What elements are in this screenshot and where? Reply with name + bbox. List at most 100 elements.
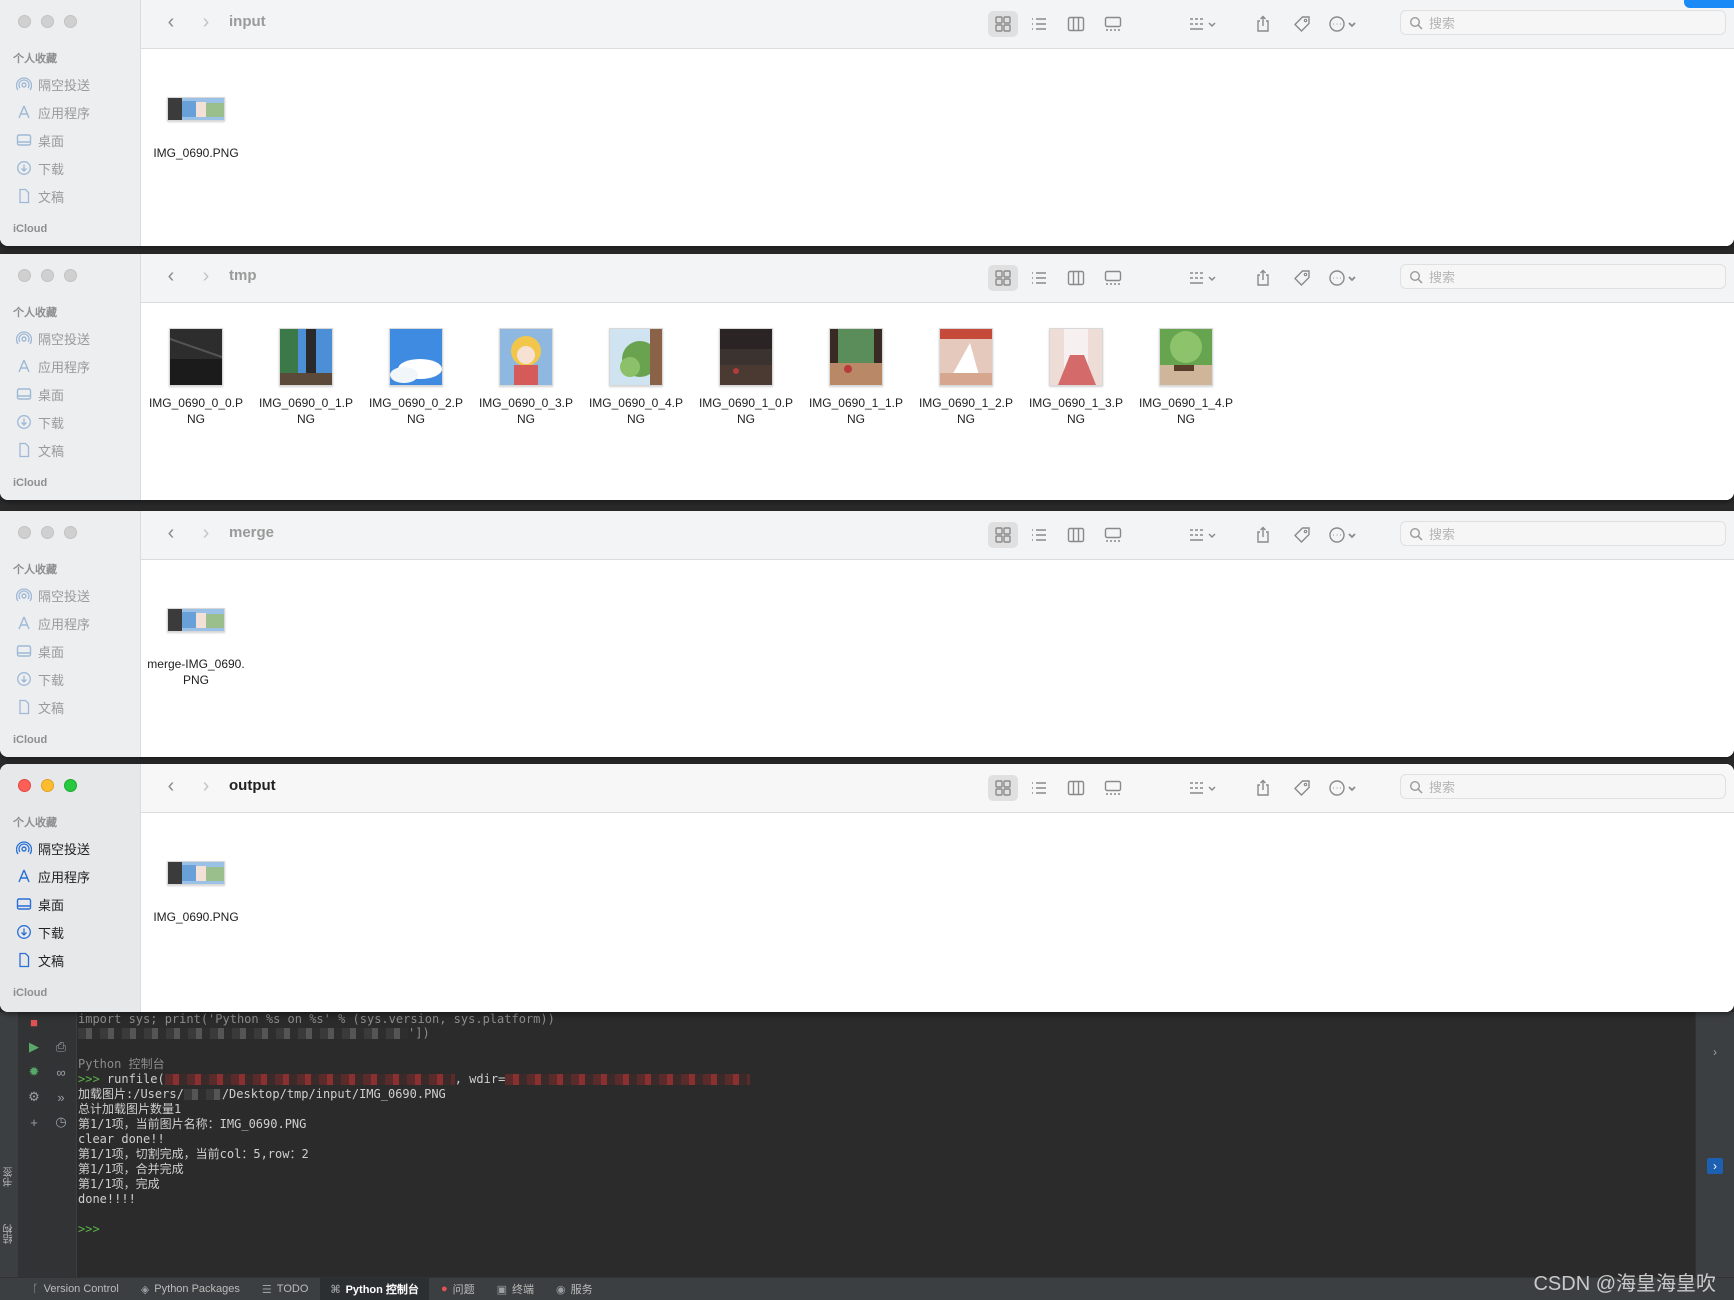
sidebar-item-applications[interactable]: 应用程序 — [16, 352, 90, 380]
stop-icon[interactable]: ■ — [26, 1014, 42, 1030]
forward-button[interactable]: › — [196, 12, 216, 32]
bookmarks-tab[interactable]: 书签 — [2, 1167, 17, 1187]
chevron-right-icon[interactable]: › — [1707, 1044, 1723, 1060]
sidebar-item-documents[interactable]: 文稿 — [16, 693, 90, 721]
back-button[interactable]: ‹ — [161, 776, 181, 796]
share-button[interactable] — [1248, 11, 1278, 37]
group-button[interactable] — [1181, 11, 1225, 37]
sidebar-item-airdrop[interactable]: 隔空投送 — [16, 70, 90, 98]
group-button[interactable] — [1181, 522, 1225, 548]
file-item[interactable]: IMG_0690_0_2.PNG — [361, 328, 471, 427]
sidebar-item-airdrop[interactable]: 隔空投送 — [16, 581, 90, 609]
run-icon[interactable]: ▶ — [26, 1039, 42, 1055]
sidebar-item-desktop[interactable]: 桌面 — [16, 126, 90, 154]
gallery-view-button[interactable] — [1098, 775, 1128, 801]
tag-button[interactable] — [1287, 522, 1317, 548]
more-actions-button[interactable] — [1321, 522, 1365, 548]
file-item[interactable]: IMG_0690.PNG — [141, 74, 251, 161]
back-button[interactable]: ‹ — [161, 266, 181, 286]
tab-terminal[interactable]: ▣ 终端 — [497, 1281, 534, 1297]
forward-button[interactable]: › — [196, 523, 216, 543]
console-output[interactable]: import sys; print('Python %s on %s' % (s… — [78, 1012, 1696, 1277]
sidebar-item-applications[interactable]: 应用程序 — [16, 98, 90, 126]
expand-panel-icon[interactable]: › — [1707, 1158, 1723, 1174]
icon-view-button[interactable] — [988, 11, 1018, 37]
close-button[interactable] — [18, 526, 31, 539]
minimize-button[interactable] — [41, 779, 54, 792]
more-actions-button[interactable] — [1321, 11, 1365, 37]
tab-python-console[interactable]: ⌘ Python 控制台 — [320, 1278, 429, 1300]
icon-view-button[interactable] — [988, 522, 1018, 548]
back-button[interactable]: ‹ — [161, 12, 181, 32]
column-view-button[interactable] — [1061, 11, 1091, 37]
minimize-button[interactable] — [41, 526, 54, 539]
file-item[interactable]: IMG_0690_1_3.PNG — [1021, 328, 1131, 427]
share-button[interactable] — [1248, 522, 1278, 548]
sidebar-item-desktop[interactable]: 桌面 — [16, 890, 90, 918]
more-actions-button[interactable] — [1321, 265, 1365, 291]
group-button[interactable] — [1181, 265, 1225, 291]
tag-button[interactable] — [1287, 775, 1317, 801]
close-button[interactable] — [18, 779, 31, 792]
icon-view-button[interactable] — [988, 265, 1018, 291]
file-item[interactable]: IMG_0690_0_3.PNG — [471, 328, 581, 427]
search-field[interactable]: 搜索 — [1400, 521, 1726, 546]
sidebar-item-documents[interactable]: 文稿 — [16, 182, 90, 210]
more-actions-button[interactable] — [1321, 775, 1365, 801]
share-button[interactable] — [1248, 775, 1278, 801]
close-button[interactable] — [18, 269, 31, 282]
group-button[interactable] — [1181, 775, 1225, 801]
gallery-view-button[interactable] — [1098, 11, 1128, 37]
sidebar-item-documents[interactable]: 文稿 — [16, 946, 90, 974]
file-item[interactable]: IMG_0690_0_1.PNG — [251, 328, 361, 427]
file-item[interactable]: IMG_0690_1_0.PNG — [691, 328, 801, 427]
forward-button[interactable]: › — [196, 776, 216, 796]
column-view-button[interactable] — [1061, 522, 1091, 548]
tag-button[interactable] — [1287, 265, 1317, 291]
file-item[interactable]: IMG_0690_1_2.PNG — [911, 328, 1021, 427]
search-field[interactable]: 搜索 — [1400, 774, 1726, 799]
history-icon[interactable]: ◷ — [53, 1114, 69, 1130]
tab-version-control[interactable]: ᚴ Version Control — [32, 1283, 119, 1295]
sidebar-item-desktop[interactable]: 桌面 — [16, 380, 90, 408]
file-item[interactable]: IMG_0690.PNG — [141, 838, 251, 925]
zoom-button[interactable] — [64, 779, 77, 792]
file-item[interactable]: IMG_0690_1_4.PNG — [1131, 328, 1241, 427]
zoom-button[interactable] — [64, 269, 77, 282]
share-button[interactable] — [1248, 265, 1278, 291]
file-item[interactable]: merge-IMG_0690.PNG — [141, 585, 251, 688]
sidebar-item-applications[interactable]: 应用程序 — [16, 609, 90, 637]
tab-todo[interactable]: ☰ TODO — [262, 1283, 308, 1296]
sidebar-item-applications[interactable]: 应用程序 — [16, 862, 90, 890]
add-console-icon[interactable]: + — [26, 1114, 42, 1130]
tab-problems[interactable]: ● 问题 — [441, 1281, 475, 1297]
minimize-button[interactable] — [41, 269, 54, 282]
list-view-button[interactable] — [1024, 11, 1054, 37]
settings-icon[interactable]: ⚙ — [26, 1089, 42, 1105]
tab-services[interactable]: ◉ 服务 — [556, 1281, 593, 1297]
sidebar-item-airdrop[interactable]: 隔空投送 — [16, 834, 90, 862]
gallery-view-button[interactable] — [1098, 265, 1128, 291]
file-item[interactable]: IMG_0690_0_4.PNG — [581, 328, 691, 427]
sidebar-item-desktop[interactable]: 桌面 — [16, 637, 90, 665]
gallery-view-button[interactable] — [1098, 522, 1128, 548]
icon-view-button[interactable] — [988, 775, 1018, 801]
sidebar-item-downloads[interactable]: 下载 — [16, 918, 90, 946]
zoom-button[interactable] — [64, 526, 77, 539]
structure-tab[interactable]: 结构 — [2, 1224, 17, 1244]
console-input-prompt[interactable]: >>> — [78, 1222, 100, 1237]
zoom-button[interactable] — [64, 15, 77, 28]
list-view-button[interactable] — [1024, 265, 1054, 291]
file-item[interactable]: IMG_0690_1_1.PNG — [801, 328, 911, 427]
tab-python-packages[interactable]: ◈ Python Packages — [141, 1283, 240, 1296]
column-view-button[interactable] — [1061, 775, 1091, 801]
forward-button[interactable]: › — [196, 266, 216, 286]
sidebar-item-airdrop[interactable]: 隔空投送 — [16, 324, 90, 352]
list-view-button[interactable] — [1024, 522, 1054, 548]
sidebar-item-downloads[interactable]: 下载 — [16, 408, 90, 436]
search-field[interactable]: 搜索 — [1400, 264, 1726, 289]
execute-icon[interactable]: » — [53, 1089, 69, 1105]
list-view-button[interactable] — [1024, 775, 1054, 801]
file-item[interactable]: IMG_0690_0_0.PNG — [141, 328, 251, 427]
sidebar-item-downloads[interactable]: 下载 — [16, 665, 90, 693]
